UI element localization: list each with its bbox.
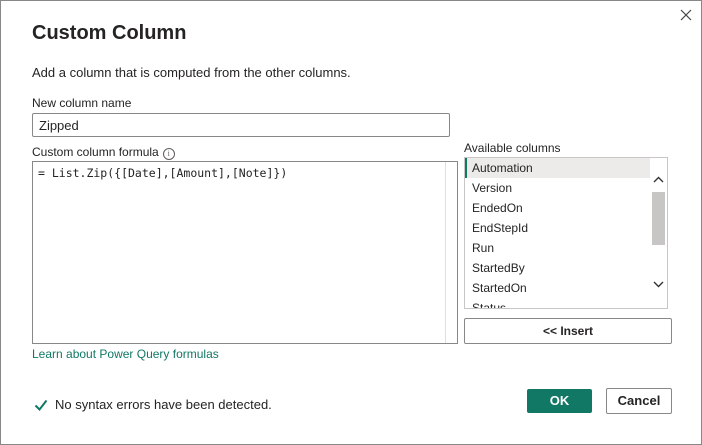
close-icon[interactable] xyxy=(677,7,695,25)
syntax-status-text: No syntax errors have been detected. xyxy=(55,397,272,412)
formula-label-row: Custom column formula i xyxy=(32,145,175,160)
formula-text[interactable]: = List.Zip({[Date],[Amount],[Note]}) xyxy=(38,166,287,180)
available-columns-label: Available columns xyxy=(464,141,561,155)
dialog-title: Custom Column xyxy=(32,22,187,44)
formula-editor[interactable]: = List.Zip({[Date],[Amount],[Note]}) xyxy=(32,161,458,344)
syntax-status: No syntax errors have been detected. xyxy=(34,397,272,412)
chevron-down-glyph xyxy=(653,281,664,288)
formula-scrollbar[interactable] xyxy=(445,162,457,343)
check-icon xyxy=(34,398,48,412)
chevron-up-icon[interactable] xyxy=(650,172,667,188)
list-item[interactable]: Version xyxy=(465,178,667,198)
formula-label: Custom column formula xyxy=(32,145,159,159)
list-item[interactable]: Run xyxy=(465,238,667,258)
list-item[interactable]: StartedBy xyxy=(465,258,667,278)
custom-column-dialog: Custom Column Add a column that is compu… xyxy=(0,0,702,445)
learn-power-query-link[interactable]: Learn about Power Query formulas xyxy=(32,347,219,361)
chevron-up-glyph xyxy=(653,176,664,183)
new-column-name-input[interactable] xyxy=(32,113,450,137)
list-item[interactable]: StartedOn xyxy=(465,278,667,298)
close-glyph xyxy=(680,9,692,21)
chevron-down-icon[interactable] xyxy=(650,277,667,293)
dialog-description: Add a column that is computed from the o… xyxy=(32,65,351,80)
info-icon[interactable]: i xyxy=(162,148,175,160)
list-scrollbar[interactable] xyxy=(650,158,667,308)
cancel-button[interactable]: Cancel xyxy=(606,388,672,414)
list-item[interactable]: Status xyxy=(465,298,667,308)
list-item[interactable]: Automation xyxy=(465,158,667,178)
list-item[interactable]: EndedOn xyxy=(465,198,667,218)
scroll-thumb[interactable] xyxy=(652,192,665,245)
available-columns-list[interactable]: Automation Version EndedOn EndStepId Run… xyxy=(464,157,668,309)
insert-button[interactable]: << Insert xyxy=(464,318,672,344)
list-item[interactable]: EndStepId xyxy=(465,218,667,238)
new-column-name-label: New column name xyxy=(32,96,132,110)
ok-button[interactable]: OK xyxy=(527,389,592,413)
